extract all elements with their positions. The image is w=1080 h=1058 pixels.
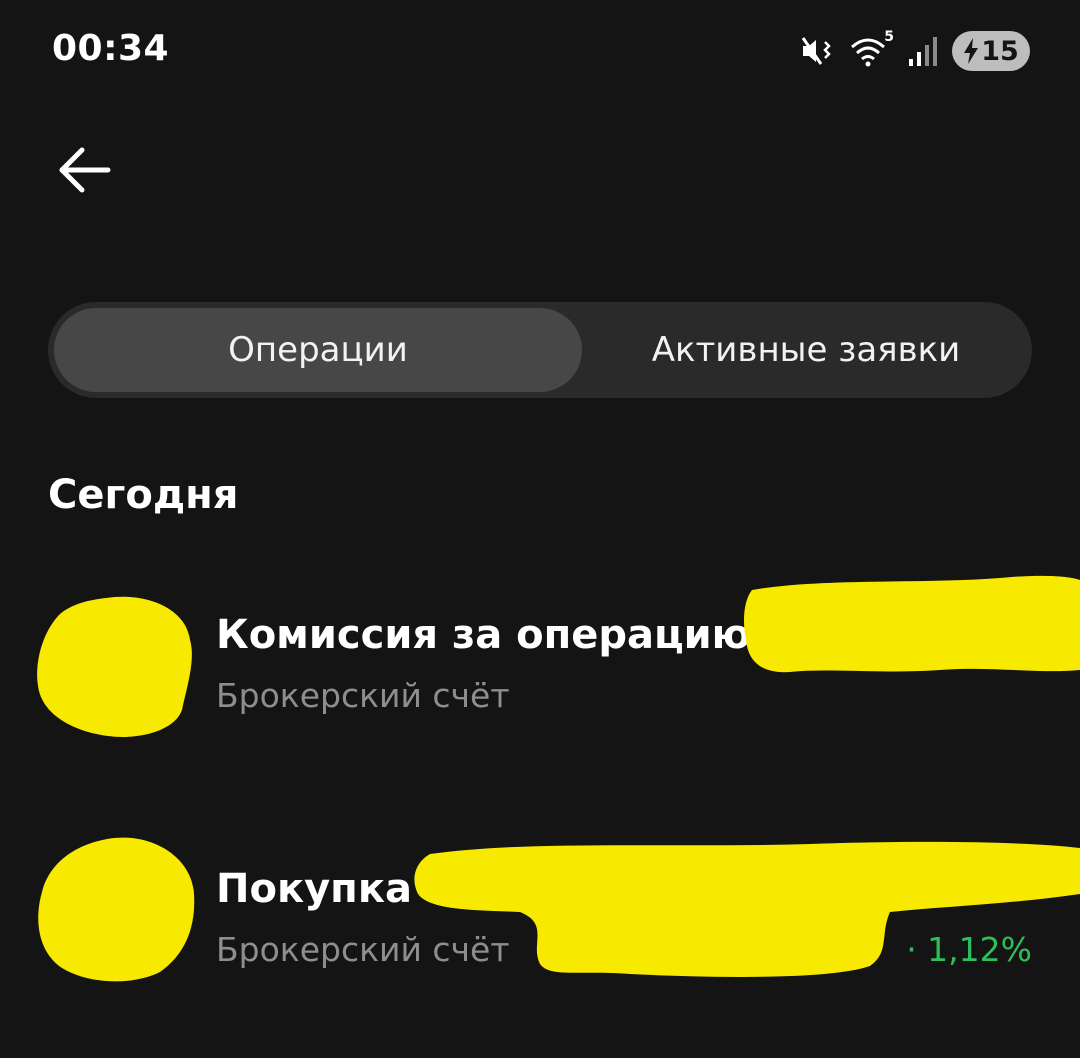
tab-operations[interactable]: Операции — [54, 308, 582, 392]
back-button[interactable] — [52, 138, 116, 202]
signal-icon — [909, 37, 937, 66]
redacted-avatar — [37, 596, 192, 737]
operation-row[interactable]: Комиссия за операцию Брокерский счёт — [0, 575, 1080, 740]
operation-row[interactable]: Покупка Брокерский счёт · 1,12% — [0, 834, 1080, 984]
operation-change: · 1,12% — [906, 930, 1032, 969]
section-title-today: Сегодня — [48, 472, 239, 518]
operation-title: Покупка — [216, 866, 412, 912]
arrow-left-icon — [59, 147, 111, 193]
operation-account: Брокерский счёт — [216, 676, 510, 715]
status-time: 00:34 — [52, 28, 170, 69]
tab-active-orders[interactable]: Активные заявки — [584, 308, 1028, 392]
redacted-avatar — [38, 837, 195, 982]
operation-title: Комиссия за операцию — [216, 612, 751, 658]
battery-level: 15 — [981, 35, 1019, 67]
tab-switcher: Операции Активные заявки — [48, 302, 1032, 398]
status-icons: 5 15 — [800, 29, 1030, 72]
redacted-amount — [744, 575, 1080, 673]
network-type-label: 5 — [884, 29, 894, 45]
mute-vibrate-icon — [801, 37, 831, 65]
battery-charging-icon — [964, 38, 979, 64]
battery-indicator: 15 — [952, 31, 1030, 71]
wifi-status: 5 — [850, 29, 894, 69]
status-bar: 00:34 5 15 — [0, 0, 1080, 100]
wifi-icon — [851, 38, 885, 67]
